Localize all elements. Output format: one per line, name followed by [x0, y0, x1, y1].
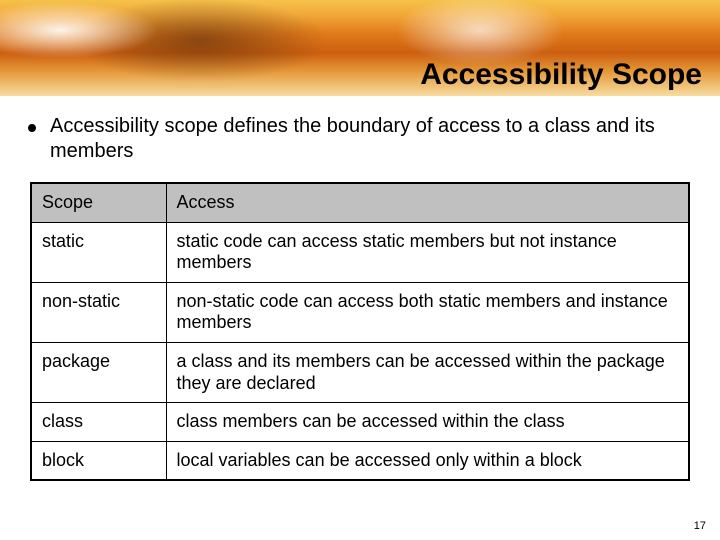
table-row: block local variables can be accessed on…	[31, 441, 689, 480]
table-row: static static code can access static mem…	[31, 222, 689, 282]
table-row: non-static non-static code can access bo…	[31, 282, 689, 342]
cell-access: static code can access static members bu…	[166, 222, 689, 282]
table-header-row: Scope Access	[31, 183, 689, 222]
bullet-dot-icon	[28, 124, 36, 132]
bullet-text: Accessibility scope defines the boundary…	[50, 114, 692, 164]
cell-scope: class	[31, 403, 166, 442]
cell-access: local variables can be accessed only wit…	[166, 441, 689, 480]
slide-title: Accessibility Scope	[420, 58, 702, 92]
bullet-item: Accessibility scope defines the boundary…	[28, 114, 692, 164]
cell-scope: block	[31, 441, 166, 480]
page-number: 17	[694, 520, 706, 532]
col-header-access: Access	[166, 183, 689, 222]
table-row: class class members can be accessed with…	[31, 403, 689, 442]
slide-content: Accessibility scope defines the boundary…	[0, 96, 720, 481]
header-band: Accessibility Scope	[0, 0, 720, 96]
cell-access: class members can be accessed within the…	[166, 403, 689, 442]
table-row: package a class and its members can be a…	[31, 342, 689, 402]
cell-scope: non-static	[31, 282, 166, 342]
cell-access: a class and its members can be accessed …	[166, 342, 689, 402]
cell-scope: package	[31, 342, 166, 402]
col-header-scope: Scope	[31, 183, 166, 222]
scope-table: Scope Access static static code can acce…	[30, 182, 690, 481]
cell-access: non-static code can access both static m…	[166, 282, 689, 342]
cell-scope: static	[31, 222, 166, 282]
